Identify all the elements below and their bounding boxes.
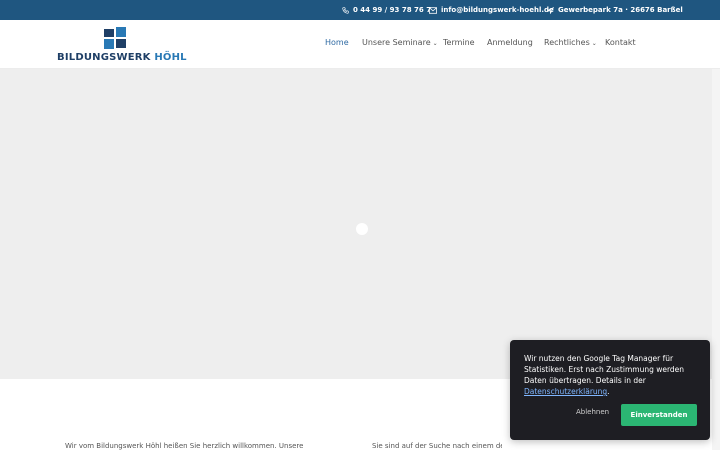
phone-number: 0 44 99 / 93 78 76 7 <box>353 6 432 14</box>
nav-item-termine[interactable]: Termine <box>443 38 475 47</box>
intro-text-right: Sie sind auf der Suche nach einem der Be… <box>372 442 502 450</box>
chevron-down-icon: ⌄ <box>591 40 597 47</box>
nav-item-rechtliches[interactable]: Rechtliches ⌄ <box>544 38 597 47</box>
intro-text-left: Wir vom Bildungswerk Höhl heißen Sie her… <box>65 442 304 450</box>
logo-wordmark: BILDUNGSWERK HÖHL <box>57 52 187 63</box>
privacy-policy-link[interactable]: Datenschutzerklärung <box>524 387 607 396</box>
nav-item-label: Rechtliches <box>544 38 590 47</box>
loading-spinner-icon <box>356 223 368 235</box>
address: Gewerbepark 7a · 26676 Barßel <box>558 6 683 14</box>
cookie-message-period: . <box>607 387 610 396</box>
nav-item-home[interactable]: Home <box>325 38 349 47</box>
nav-item-label: Unsere Seminare <box>362 38 431 47</box>
cookie-message-text: Wir nutzen den Google Tag Manager für St… <box>524 354 685 385</box>
cookie-message: Wir nutzen den Google Tag Manager für St… <box>524 353 704 397</box>
email-address: info@bildungswerk-hoehl.de <box>441 6 554 14</box>
logo-word-bildungswerk: BILDUNGSWERK <box>57 52 151 63</box>
email-icon <box>429 6 437 14</box>
cookie-consent-banner: Wir nutzen den Google Tag Manager für St… <box>510 340 710 440</box>
nav-item-kontakt[interactable]: Kontakt <box>605 38 636 47</box>
top-contact-bar: 0 44 99 / 93 78 76 7 info@bildungswerk-h… <box>0 0 720 20</box>
page-scrollbar[interactable] <box>712 69 720 450</box>
site-logo[interactable]: BILDUNGSWERK HÖHL <box>57 26 187 64</box>
address-contact[interactable]: Gewerbepark 7a · 26676 Barßel <box>547 0 683 20</box>
logo-mark-icon <box>102 26 128 50</box>
nav-item-anmeldung[interactable]: Anmeldung <box>487 38 533 47</box>
email-contact[interactable]: info@bildungswerk-hoehl.de <box>429 0 554 20</box>
accept-button[interactable]: Einverstanden <box>621 404 697 426</box>
phone-contact[interactable]: 0 44 99 / 93 78 76 7 <box>342 0 431 20</box>
location-arrow-icon <box>547 6 554 14</box>
site-header: BILDUNGSWERK HÖHL Home Unsere Seminare ⌄ … <box>0 20 720 69</box>
hero-slider-placeholder <box>0 69 712 379</box>
nav-item-unsere-seminare[interactable]: Unsere Seminare ⌄ <box>362 38 438 47</box>
chevron-down-icon: ⌄ <box>432 40 438 47</box>
decline-button[interactable]: Ablehnen <box>576 408 609 416</box>
phone-icon <box>342 6 349 14</box>
logo-word-hoehl: HÖHL <box>154 52 187 63</box>
